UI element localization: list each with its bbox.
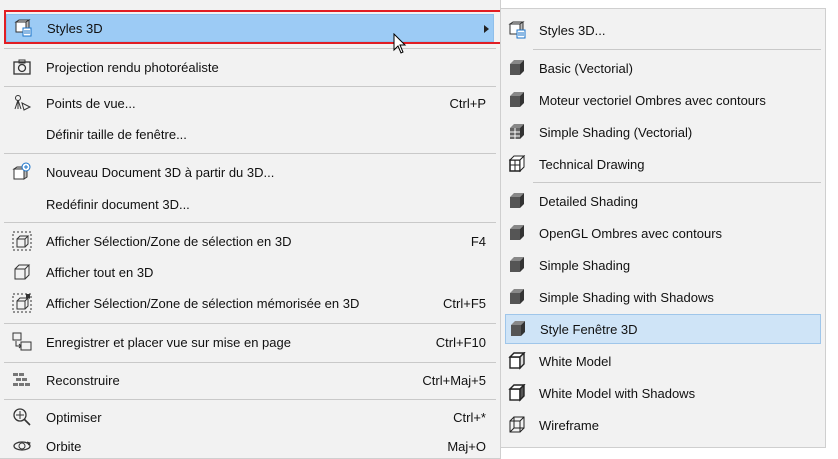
- separator: [4, 399, 496, 400]
- cube-shaded-icon: [507, 191, 527, 211]
- submenu-item-label: Moteur vectoriel Ombres avec contours: [539, 92, 766, 108]
- shortcut: Ctrl+*: [453, 409, 486, 425]
- rebuild-icon: [12, 370, 32, 390]
- separator: [533, 182, 821, 183]
- cube-shaded-icon: [507, 287, 527, 307]
- menu-item-label: Styles 3D: [47, 20, 103, 36]
- menu-item-orbit[interactable]: Orbite Maj+O: [0, 433, 500, 459]
- menu-item-label: Nouveau Document 3D à partir du 3D...: [46, 164, 275, 180]
- cube-shaded-icon: [507, 90, 527, 110]
- submenu-item-label: Basic (Vectorial): [539, 60, 633, 76]
- styles-3d-icon: [507, 20, 527, 40]
- submenu-item-simple-shading-shadows[interactable]: Simple Shading with Shadows: [501, 282, 825, 312]
- submenu-item-label: OpenGL Ombres avec contours: [539, 225, 723, 241]
- submenu-item-label: Simple Shading (Vectorial): [539, 124, 693, 140]
- submenu-item-label: Simple Shading: [539, 257, 631, 273]
- submenu-item-simple-shading-vectorial[interactable]: Simple Shading (Vectorial): [501, 117, 825, 147]
- separator: [4, 222, 496, 223]
- submenu-item-technical-drawing[interactable]: Technical Drawing: [501, 149, 825, 179]
- view-menu: Styles 3D Projection rendu photoréaliste…: [0, 0, 503, 459]
- submenu-item-vector-engine-shadows[interactable]: Moteur vectoriel Ombres avec contours: [501, 85, 825, 115]
- cube-shaded-icon: [507, 255, 527, 275]
- new-3d-document-icon: [12, 162, 32, 182]
- submenu-item-simple-shading[interactable]: Simple Shading: [501, 250, 825, 280]
- save-place-view-icon: [12, 332, 32, 352]
- menu-item-viewpoints[interactable]: Points de vue... Ctrl+P: [0, 88, 500, 118]
- menu-item-save-place-view[interactable]: Enregistrer et placer vue sur mise en pa…: [0, 327, 500, 357]
- cube-outline-icon: [507, 383, 527, 403]
- separator: [4, 86, 496, 87]
- submenu-item-label: Simple Shading with Shadows: [539, 289, 714, 305]
- menu-item-show-selection-3d[interactable]: Afficher Sélection/Zone de sélection en …: [0, 226, 500, 256]
- shortcut: Ctrl+P: [449, 95, 486, 111]
- menu-item-label: Afficher tout en 3D: [46, 264, 154, 280]
- menu-item-rebuild[interactable]: Reconstruire Ctrl+Maj+5: [0, 365, 500, 395]
- styles-3d-icon: [13, 18, 33, 38]
- shortcut: Ctrl+F10: [435, 334, 486, 350]
- submenu-item-label: White Model with Shadows: [539, 385, 696, 401]
- optimize-icon: [12, 407, 32, 427]
- menu-item-styles-3d[interactable]: Styles 3D: [6, 14, 494, 42]
- cube-shaded-icon: [507, 58, 527, 78]
- viewpoints-icon: [12, 93, 32, 113]
- menu-item-label: Projection rendu photoréaliste: [46, 59, 219, 75]
- submenu-item-basic-vectorial[interactable]: Basic (Vectorial): [501, 53, 825, 83]
- submenu-item-label: White Model: [539, 353, 612, 369]
- menu-item-label: Orbite: [46, 438, 82, 454]
- shortcut: Ctrl+F5: [443, 295, 486, 311]
- separator: [4, 153, 496, 154]
- submenu-item-label: Wireframe: [539, 417, 599, 433]
- show-stored-selection-3d-icon: [12, 293, 32, 313]
- submenu-item-label: Styles 3D...: [539, 22, 606, 38]
- submenu-item-white-model-shadows[interactable]: White Model with Shadows: [501, 378, 825, 408]
- submenu-item-opengl-shadows[interactable]: OpenGL Ombres avec contours: [501, 218, 825, 248]
- cube-shaded-icon: [508, 319, 528, 339]
- cube-shaded-icon: [507, 223, 527, 243]
- separator: [533, 49, 821, 50]
- submenu-item-label: Technical Drawing: [539, 156, 645, 172]
- menu-item-show-all-3d[interactable]: Afficher tout en 3D: [0, 257, 500, 287]
- show-selection-3d-icon: [12, 231, 32, 251]
- shortcut: F4: [470, 233, 486, 249]
- menu-item-define-window-size[interactable]: Définir taille de fenêtre...: [0, 119, 500, 149]
- submenu-item-wireframe[interactable]: Wireframe: [501, 410, 825, 440]
- menu-item-new-3d-document[interactable]: Nouveau Document 3D à partir du 3D...: [0, 156, 500, 188]
- menu-item-redefine-3d-document[interactable]: Redéfinir document 3D...: [0, 189, 500, 219]
- submenu-item-styles-3d-settings[interactable]: Styles 3D...: [501, 15, 825, 45]
- shortcut: Ctrl+Maj+5: [422, 372, 486, 388]
- menu-item-show-stored-selection-3d[interactable]: Afficher Sélection/Zone de sélection mém…: [0, 288, 500, 318]
- menu-item-label: Afficher Sélection/Zone de sélection mém…: [46, 295, 360, 311]
- cube-technical-icon: [507, 154, 527, 174]
- menu-item-label: Reconstruire: [46, 372, 120, 388]
- orbit-icon: [12, 436, 32, 456]
- submenu-item-label: Detailed Shading: [539, 193, 639, 209]
- cube-wireframe-icon: [507, 415, 527, 435]
- cube-outline-icon: [507, 351, 527, 371]
- menu-item-optimize[interactable]: Optimiser Ctrl+*: [0, 402, 500, 432]
- submenu-item-style-window-3d[interactable]: Style Fenêtre 3D: [505, 314, 821, 344]
- menu-item-label: Optimiser: [46, 409, 102, 425]
- submenu-item-detailed-shading[interactable]: Detailed Shading: [501, 186, 825, 216]
- menu-item-label: Définir taille de fenêtre...: [46, 126, 187, 142]
- menu-item-label: Redéfinir document 3D...: [46, 196, 190, 212]
- shortcut: Maj+O: [447, 438, 486, 454]
- menu-item-label: Points de vue...: [46, 95, 136, 111]
- separator: [4, 362, 496, 363]
- mouse-cursor-icon: [393, 32, 407, 58]
- submenu-item-label: Style Fenêtre 3D: [540, 321, 638, 337]
- menu-item-label: Enregistrer et placer vue sur mise en pa…: [46, 334, 291, 350]
- camera-icon: [12, 57, 32, 77]
- menu-item-label: Afficher Sélection/Zone de sélection en …: [46, 233, 292, 249]
- separator: [4, 323, 496, 324]
- show-all-3d-icon: [12, 262, 32, 282]
- submenu-item-white-model[interactable]: White Model: [501, 346, 825, 376]
- styles-3d-submenu: Styles 3D... Basic (Vectorial) Moteur ve…: [500, 8, 826, 448]
- separator: [4, 48, 496, 49]
- menu-item-photorealistic-render[interactable]: Projection rendu photoréaliste: [0, 53, 500, 81]
- submenu-arrow-icon: [484, 25, 489, 33]
- cube-hatched-icon: [507, 122, 527, 142]
